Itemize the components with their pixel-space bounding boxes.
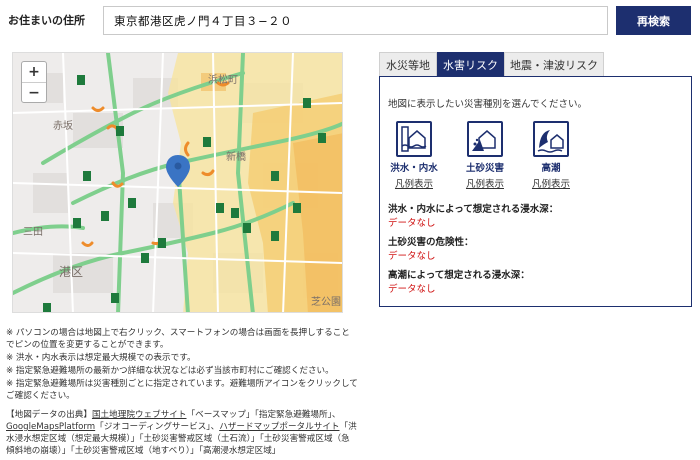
hazard-storm-surge-legend-link[interactable]: 凡例表示 [525, 176, 577, 190]
map-data-source: 【地図データの出典】国土地理院ウェブサイト「ベースマップ」「指定緊急避難場所」、… [6, 409, 358, 457]
map-label-hamamatsucho: 浜松町 [208, 75, 238, 86]
source-text: 「ベースマップ」「指定緊急避難場所」、 [186, 410, 341, 420]
tab-flood-risk[interactable]: 水害リスク [437, 52, 504, 76]
source-prefix: 【地図データの出典】 [6, 410, 92, 420]
landslide-house-icon[interactable] [467, 121, 503, 157]
note-item: ※ パソコンの場合は地図上で右クリック、スマートフォンの場合は画面を長押しするこ… [6, 328, 350, 350]
note-item: ※ 指定緊急避難場所は災害種別ごとに指定されています。避難場所アイコンをクリック… [6, 379, 358, 401]
zoom-in-button[interactable]: + [22, 62, 46, 82]
hazard-storm-surge[interactable]: 高潮 凡例表示 [525, 121, 577, 190]
flood-house-icon[interactable] [396, 121, 432, 157]
hazard-flood-name: 洪水・内水 [390, 163, 438, 174]
risk-tabs: 水災等地 水害リスク 地震・津波リスク [379, 52, 604, 76]
storm-surge-icon[interactable] [533, 121, 569, 157]
address-label: お住まいの住所 [8, 14, 85, 27]
result-flood-value: データなし [388, 218, 436, 229]
google-maps-platform-link[interactable]: GoogleMapsPlatform [6, 422, 95, 432]
map-label-mita: 三田 [23, 227, 43, 238]
result-storm-surge-value: データなし [388, 284, 436, 295]
map-label-shibakoen: 芝公園 [311, 297, 341, 308]
zoom-out-button[interactable]: − [22, 82, 46, 102]
result-storm-surge-label: 高潮によって想定される浸水深： [388, 270, 530, 281]
panel-intro: 地図に表示したい災害種別を選んでください。 [388, 99, 588, 110]
research-button[interactable]: 再検索 [616, 6, 691, 35]
hazard-flood[interactable]: 洪水・内水 凡例表示 [388, 121, 440, 190]
address-input[interactable]: 東京都港区虎ノ門４丁目３−２０ [103, 6, 608, 35]
hazard-map[interactable]: + − 赤坂 港区 新橋 三田 浜松町 芝公園 [12, 52, 343, 313]
hazard-storm-surge-name: 高潮 [541, 163, 561, 174]
note-item: ※ 指定緊急避難場所の最新かつ詳細な状況などは必ず当該市町村にご確認ください。 [6, 366, 334, 376]
result-landslide-value: データなし [388, 251, 436, 262]
hazard-flood-legend-link[interactable]: 凡例表示 [388, 176, 440, 190]
tab-earthquake-tsunami-risk[interactable]: 地震・津波リスク [504, 52, 604, 76]
hazard-landslide-legend-link[interactable]: 凡例表示 [459, 176, 511, 190]
flood-risk-panel: 地図に表示したい災害種別を選んでください。 洪水・内水 凡例表示 土砂災害 凡例… [379, 76, 692, 307]
map-label-shinbashi: 新橋 [226, 152, 246, 163]
map-label-akasaka: 赤坂 [53, 121, 73, 132]
result-landslide-label: 土砂災害の危険性： [388, 237, 474, 248]
zoom-control: + − [21, 61, 47, 103]
tab-water-damage-grade[interactable]: 水災等地 [379, 52, 437, 76]
hazard-map-portal-link[interactable]: ハザードマップポータルサイト [219, 422, 339, 432]
notes: ※ パソコンの場合は地図上で右クリック、スマートフォンの場合は画面を長押しするこ… [6, 327, 358, 403]
hazard-landslide-name: 土砂災害 [465, 163, 504, 174]
hazard-landslide[interactable]: 土砂災害 凡例表示 [459, 121, 511, 190]
map-label-minato: 港区 [59, 265, 84, 279]
note-item: ※ 洪水・内水表示は想定最大規模での表示です。 [6, 353, 196, 363]
source-text: 「ジオコーディングサービス」、 [95, 422, 220, 432]
gsi-website-link[interactable]: 国土地理院ウェブサイト [92, 410, 187, 420]
result-flood-label: 洪水・内水によって想定される浸水深： [388, 204, 559, 215]
